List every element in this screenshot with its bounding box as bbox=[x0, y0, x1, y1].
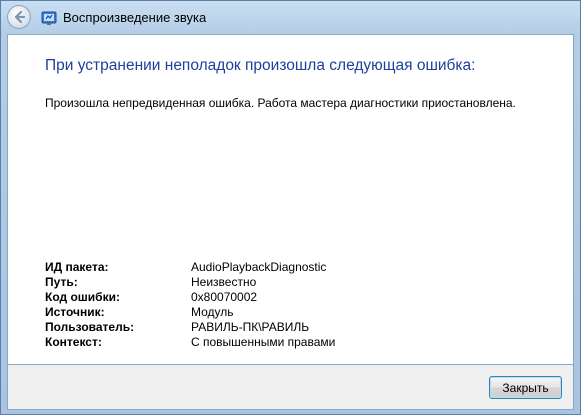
detail-row-context: Контекст: С повышенными правами bbox=[45, 335, 335, 350]
detail-row-error-code: Код ошибки: 0x80070002 bbox=[45, 290, 335, 305]
error-message: Произошла непредвиденная ошибка. Работа … bbox=[45, 96, 516, 110]
error-heading: При устранении неполадок произошла следу… bbox=[45, 57, 476, 74]
detail-label: Контекст: bbox=[45, 335, 102, 349]
detail-value: 0x80070002 bbox=[191, 290, 258, 304]
content-panel: При устранении неполадок произошла следу… bbox=[7, 34, 574, 365]
error-details: ИД пакета: AudioPlaybackDiagnostic Путь:… bbox=[45, 260, 335, 350]
detail-label: Код ошибки: bbox=[45, 290, 120, 304]
detail-row-path: Путь: Неизвестно bbox=[45, 275, 335, 290]
detail-row-user: Пользователь: РАВИЛЬ-ПК\РАВИЛЬ bbox=[45, 320, 335, 335]
detail-label: Путь: bbox=[45, 275, 78, 289]
detail-value: Модуль bbox=[191, 305, 234, 319]
detail-label: Источник: bbox=[45, 305, 105, 319]
detail-value: С повышенными правами bbox=[191, 335, 336, 349]
back-arrow-icon bbox=[14, 10, 26, 24]
close-button[interactable]: Закрыть bbox=[489, 376, 562, 399]
detail-value: РАВИЛЬ-ПК\РАВИЛЬ bbox=[191, 320, 310, 334]
window-title: Воспроизведение звука bbox=[63, 10, 207, 25]
troubleshooter-window: Воспроизведение звука При устранении неп… bbox=[0, 0, 581, 415]
detail-row-source: Источник: Модуль bbox=[45, 305, 335, 320]
detail-value: AudioPlaybackDiagnostic bbox=[191, 260, 327, 274]
detail-label: ИД пакета: bbox=[45, 260, 109, 274]
troubleshooter-icon bbox=[41, 11, 57, 25]
detail-label: Пользователь: bbox=[45, 320, 135, 334]
button-bar: Закрыть bbox=[7, 365, 574, 410]
title-bar: Воспроизведение звука bbox=[1, 1, 580, 34]
detail-row-package-id: ИД пакета: AudioPlaybackDiagnostic bbox=[45, 260, 335, 275]
detail-value: Неизвестно bbox=[191, 275, 257, 289]
back-button[interactable] bbox=[7, 5, 31, 29]
